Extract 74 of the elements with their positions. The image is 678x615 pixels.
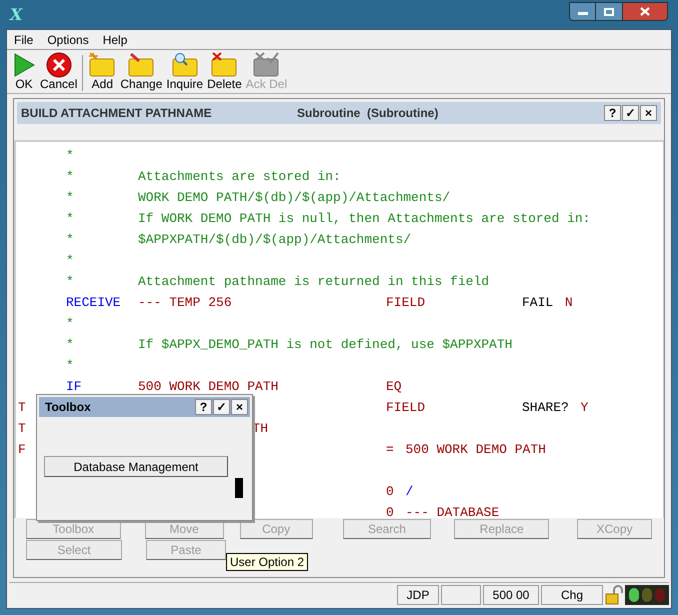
toolbar-button[interactable]: OK bbox=[10, 52, 38, 91]
code-text: T bbox=[18, 420, 26, 436]
folder-pencil-icon bbox=[127, 52, 156, 78]
code-text: * bbox=[66, 252, 74, 270]
close-icon bbox=[640, 7, 650, 16]
code-text: Y bbox=[580, 398, 588, 417]
code-text: 0 bbox=[386, 482, 394, 501]
code-text: SHARE? bbox=[522, 398, 569, 417]
menu-item[interactable]: File bbox=[14, 30, 34, 48]
help-button[interactable]: ? bbox=[195, 399, 212, 415]
code-text: If $APPX_DEMO_PATH is not defined, use $APPXPATH bbox=[138, 336, 512, 354]
code-text: IF bbox=[66, 378, 82, 396]
toolbox-title: Toolbox bbox=[45, 399, 91, 416]
database-management-button[interactable]: Database Management bbox=[44, 456, 228, 477]
status-cell: Chg bbox=[541, 584, 603, 604]
close-button[interactable]: × bbox=[640, 105, 657, 121]
code-text: * bbox=[66, 230, 74, 249]
code-text: Attachment pathname is returned in this field bbox=[138, 272, 490, 291]
code-text: F bbox=[18, 442, 26, 457]
code-text: FIELD bbox=[386, 398, 426, 417]
menu-item[interactable]: Help bbox=[102, 30, 128, 48]
folder-magnifier-icon bbox=[170, 52, 199, 78]
folder-check-icon bbox=[252, 52, 280, 78]
toolbar-button[interactable]: Add bbox=[86, 52, 118, 91]
code-text: * bbox=[66, 356, 74, 375]
code-text: FAIL bbox=[522, 294, 554, 312]
code-text: * bbox=[66, 188, 74, 207]
code-text: 0 bbox=[386, 504, 394, 518]
status-cell: 500 00 bbox=[483, 584, 539, 604]
code-text: --- TEMP 256 bbox=[138, 294, 232, 312]
app-logo: X bbox=[10, 4, 22, 26]
code-text: 500 WORK DEMO PATH bbox=[406, 440, 546, 459]
toolbar-button[interactable]: Inquire bbox=[164, 52, 206, 91]
code-text: WORK DEMO PATH/$(db)/$(app)/Attachments/ bbox=[138, 188, 450, 207]
panel-subtitle: Subroutine (Subroutine) bbox=[297, 105, 440, 122]
play-icon bbox=[12, 52, 36, 78]
cancel-icon bbox=[46, 52, 72, 78]
code-text: $APPXPATH/$(db)/$(app)/Attachments/ bbox=[138, 230, 412, 249]
code-text: Attachments are stored in: bbox=[138, 168, 341, 186]
menu-item[interactable]: Options bbox=[47, 30, 89, 48]
tooltip: User Option 2 bbox=[226, 553, 308, 571]
toolbar-button[interactable]: Cancel bbox=[38, 52, 80, 91]
text-cursor bbox=[235, 478, 243, 498]
code-text: N bbox=[564, 294, 573, 312]
code-text: * bbox=[66, 168, 74, 186]
confirm-button[interactable]: ✓ bbox=[622, 105, 639, 121]
code-text: * bbox=[66, 336, 74, 354]
code-text: RECEIVE bbox=[66, 294, 121, 312]
folder-cross-icon bbox=[210, 52, 238, 78]
code-text: If WORK DEMO PATH is null, then Attachments are stored in: bbox=[138, 210, 590, 228]
code-text: = bbox=[386, 440, 394, 459]
code-text: 500 WORK DEMO PATH bbox=[138, 378, 278, 396]
close-button[interactable] bbox=[622, 2, 668, 21]
code-text: * bbox=[66, 314, 74, 333]
toolbar-button[interactable]: Delete bbox=[205, 52, 244, 91]
code-text: T bbox=[18, 400, 26, 415]
code-text: FIELD bbox=[386, 294, 426, 312]
code-text: EQ bbox=[386, 378, 402, 396]
code-text: * bbox=[66, 210, 74, 228]
maximize-button[interactable] bbox=[596, 2, 622, 21]
traffic-light-indicator bbox=[625, 584, 669, 604]
empty-status-cell bbox=[441, 584, 481, 604]
status-cell: JDP bbox=[397, 584, 439, 604]
minimize-button[interactable] bbox=[569, 2, 596, 21]
toolbar-button[interactable]: Change bbox=[118, 52, 164, 91]
code-text: --- DATABASE bbox=[406, 504, 500, 518]
confirm-button[interactable]: ✓ bbox=[213, 399, 230, 415]
code-text: / bbox=[406, 482, 414, 501]
code-text: * bbox=[66, 272, 74, 291]
help-button[interactable]: ? bbox=[604, 105, 621, 121]
panel-title: BUILD ATTACHMENT PATHNAME bbox=[21, 105, 213, 122]
folder-star-icon bbox=[88, 52, 116, 78]
close-button[interactable]: × bbox=[231, 399, 248, 415]
code-text: * bbox=[66, 146, 74, 165]
